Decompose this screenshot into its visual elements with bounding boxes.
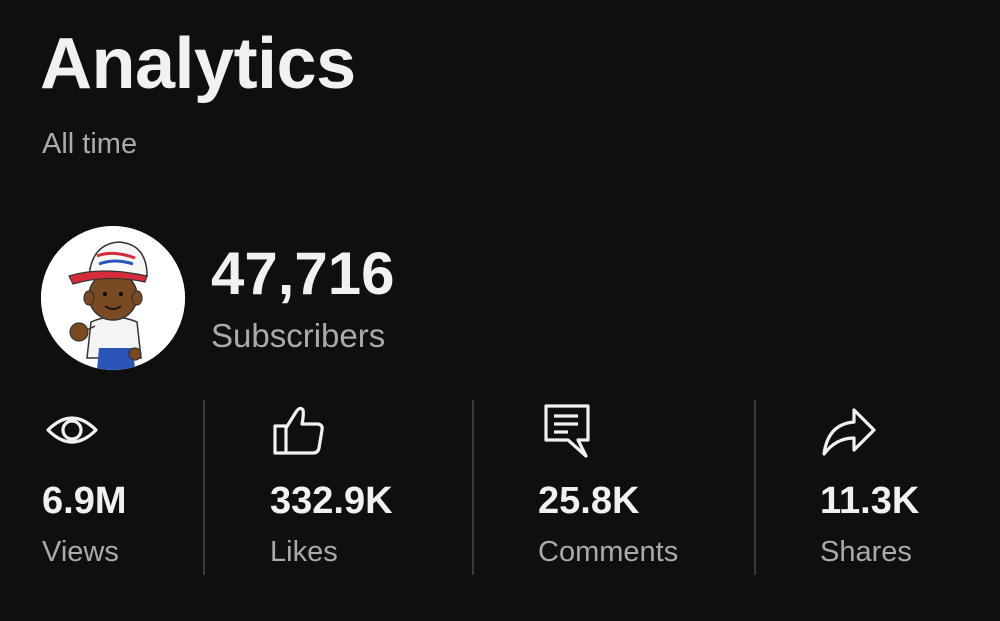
- stat-divider: [203, 400, 205, 575]
- period-label: All time: [42, 128, 138, 160]
- channel-avatar[interactable]: [41, 226, 185, 370]
- shares-value: 11.3K: [820, 480, 920, 522]
- thumbs-up-icon: [270, 400, 330, 460]
- eye-icon: [42, 400, 102, 460]
- stat-divider: [754, 400, 756, 575]
- share-icon: [820, 400, 880, 460]
- stat-divider: [472, 400, 474, 575]
- comments-value: 25.8K: [538, 480, 640, 522]
- cartoon-kid-avatar-icon: [41, 226, 185, 370]
- likes-label: Likes: [270, 536, 338, 568]
- views-label: Views: [42, 536, 119, 568]
- views-value: 6.9M: [42, 480, 127, 522]
- likes-value: 332.9K: [270, 480, 393, 522]
- shares-label: Shares: [820, 536, 912, 568]
- comment-icon: [538, 400, 598, 460]
- page-title: Analytics: [40, 24, 356, 104]
- subscriber-count: 47,716: [211, 240, 395, 307]
- comments-label: Comments: [538, 536, 679, 568]
- subscriber-label: Subscribers: [211, 317, 386, 354]
